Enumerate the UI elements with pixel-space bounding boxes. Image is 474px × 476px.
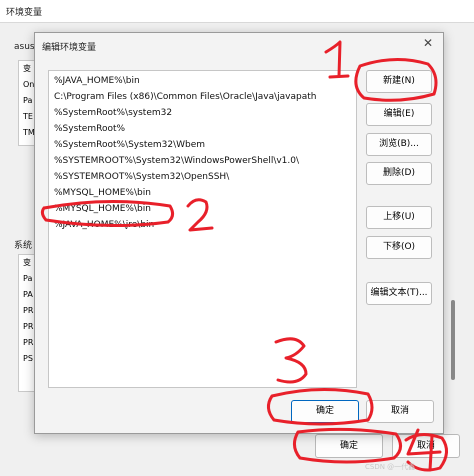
- dialog-ok-button[interactable]: 确定: [291, 400, 359, 423]
- list-item[interactable]: %MYSQL_HOME%\bin: [54, 186, 151, 201]
- dialog-cancel-button[interactable]: 取消: [366, 400, 434, 423]
- list-item[interactable]: %SYSTEMROOT%\System32\WindowsPowerShell\…: [54, 154, 299, 169]
- watermark: CSDN @一代鑫: [365, 463, 416, 471]
- system-vars-label: 系统: [14, 241, 33, 251]
- outer-window-titlebar: 环境变量: [0, 0, 474, 23]
- list-item[interactable]: %SystemRoot%: [54, 122, 125, 137]
- path-list[interactable]: %JAVA_HOME%\bin C:\Program Files (x86)\C…: [48, 70, 357, 388]
- move-up-button[interactable]: 上移(U): [366, 206, 432, 229]
- edit-button[interactable]: 编辑(E): [366, 103, 432, 126]
- edit-env-var-dialog: 编辑环境变量 ✕ %JAVA_HOME%\bin C:\Program File…: [34, 32, 444, 434]
- move-down-button[interactable]: 下移(O): [366, 236, 432, 259]
- scrollbar[interactable]: [451, 300, 455, 380]
- dialog-title: 编辑环境变量: [42, 43, 97, 53]
- list-item[interactable]: %SYSTEMROOT%\System32\OpenSSH\: [54, 170, 229, 185]
- list-item[interactable]: C:\Program Files (x86)\Common Files\Orac…: [54, 90, 316, 105]
- delete-button[interactable]: 删除(D): [366, 162, 432, 185]
- list-item-new-path[interactable]: %JAVA_HOME%\jre\bin: [54, 218, 154, 233]
- list-item[interactable]: %JAVA_HOME%\bin: [54, 74, 140, 89]
- outer-cancel-button[interactable]: 取消: [392, 434, 460, 458]
- outer-ok-button[interactable]: 确定: [315, 434, 383, 458]
- edit-text-button[interactable]: 编辑文本(T)...: [366, 282, 432, 305]
- new-button[interactable]: 新建(N): [366, 70, 432, 93]
- browse-button[interactable]: 浏览(B)...: [366, 133, 432, 156]
- list-item[interactable]: %SystemRoot%\System32\Wbem: [54, 138, 205, 153]
- list-item[interactable]: %SystemRoot%\system32: [54, 106, 172, 121]
- close-icon[interactable]: ✕: [421, 36, 435, 50]
- outer-window-title: 环境变量: [6, 8, 43, 18]
- list-item[interactable]: %MYSQL_HOME%\bin: [54, 202, 151, 217]
- user-vars-label: asus: [14, 42, 35, 52]
